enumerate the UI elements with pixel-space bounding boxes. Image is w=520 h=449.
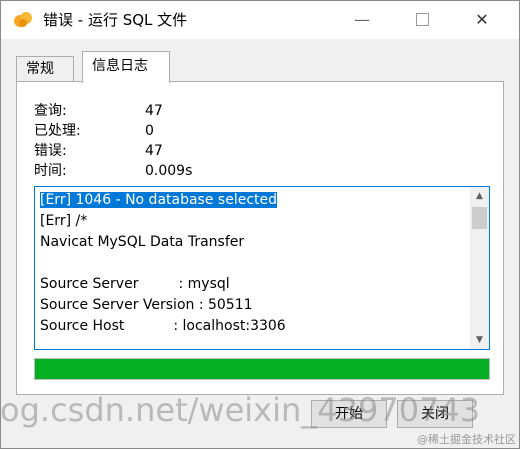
tab-info-log[interactable]: 信息日志: [82, 51, 170, 83]
stat-errors-value: 47: [145, 143, 163, 159]
stat-queries-value: 47: [145, 103, 163, 119]
log-scrollbar[interactable]: ▲ ▼: [470, 187, 489, 349]
stat-processed-label: 已处理:: [34, 123, 81, 139]
close-button[interactable]: 关闭: [397, 400, 473, 428]
stat-errors-label: 错误:: [34, 143, 67, 159]
maximize-icon: [415, 12, 429, 26]
stat-time-label: 时间:: [34, 163, 67, 179]
log-line: Source Server Version : 50511: [40, 297, 253, 313]
log-textbox[interactable]: [Err] 1046 - No database selected [Err] …: [34, 186, 490, 350]
minimize-icon: —: [354, 10, 370, 29]
stat-processed-value: 0: [145, 123, 154, 139]
scroll-down-arrow-icon[interactable]: ▼: [470, 331, 489, 349]
minimize-button[interactable]: —: [349, 7, 375, 33]
log-line: [Err] 1046 - No database selected: [40, 190, 465, 211]
close-icon: ✕: [475, 10, 489, 29]
log-lines: [Err] 1046 - No database selected [Err] …: [40, 190, 465, 337]
tab-general[interactable]: 常规: [16, 56, 74, 82]
log-line-selected-text: [Err] 1046 - No database selected: [40, 192, 278, 208]
navicat-app-icon: [14, 12, 32, 27]
progress-bar-fill: [35, 359, 489, 379]
dialog-window: 错误 - 运行 SQL 文件 — ✕ 常规 信息日志 查询: 47 已处理: 0…: [0, 0, 520, 449]
log-line: Source Server : mysql: [40, 276, 230, 292]
log-line: Navicat MySQL Data Transfer: [40, 234, 245, 250]
stat-time-value: 0.009s: [145, 163, 193, 179]
log-line: Source Host : localhost:3306: [40, 318, 286, 334]
stat-queries-label: 查询:: [34, 103, 67, 119]
start-button[interactable]: 开始: [311, 400, 387, 428]
maximize-button[interactable]: [409, 7, 435, 33]
window-title: 错误 - 运行 SQL 文件: [43, 11, 188, 29]
juejin-watermark: @稀土掘金技术社区: [417, 433, 516, 446]
info-log-panel: 查询: 47 已处理: 0 错误: 47 时间: 0.009s [Err] 10…: [16, 81, 504, 395]
title-bar[interactable]: 错误 - 运行 SQL 文件 — ✕: [1, 1, 519, 39]
close-window-button[interactable]: ✕: [469, 7, 495, 33]
scrollbar-thumb[interactable]: [472, 207, 487, 229]
scroll-up-arrow-icon[interactable]: ▲: [470, 187, 489, 205]
progress-bar: [34, 358, 490, 380]
log-line: [Err] /*: [40, 213, 88, 229]
